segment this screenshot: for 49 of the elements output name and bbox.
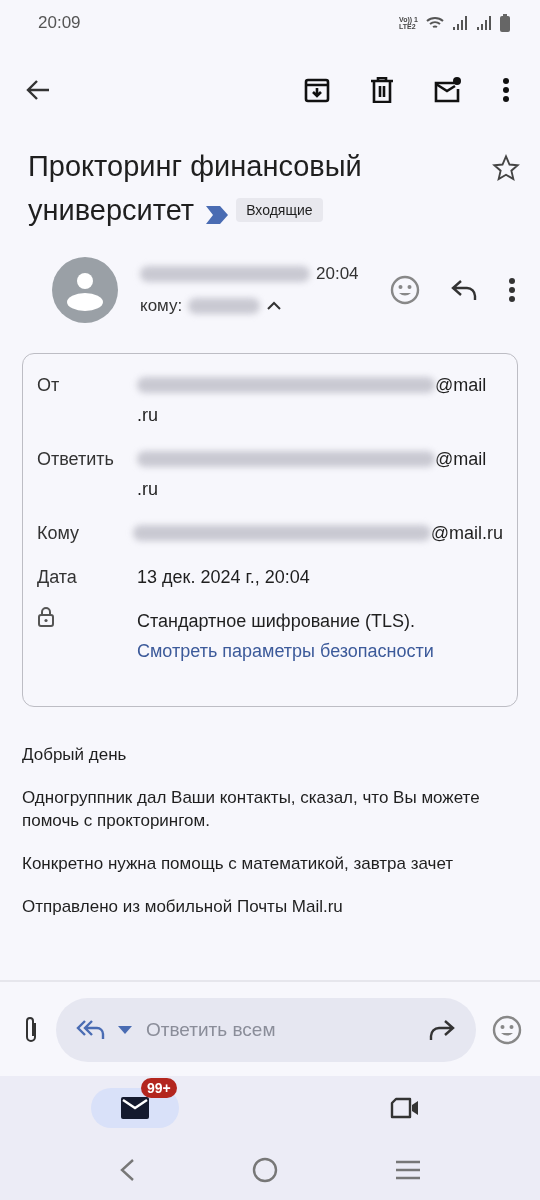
detail-value: @mail	[435, 374, 487, 397]
message-paragraph: Добрый день	[22, 744, 128, 766]
detail-value: @mail	[435, 448, 487, 471]
detail-label: Кому	[37, 523, 80, 543]
star-icon[interactable]	[492, 154, 520, 182]
security-link[interactable]: Смотреть параметры безопасности	[137, 636, 503, 666]
detail-value: 13 дек. 2024 г., 20:04	[137, 566, 310, 589]
label-chip[interactable]: Входящие	[236, 198, 323, 222]
lock-icon	[37, 606, 55, 628]
to-label: кому:	[140, 296, 183, 316]
detail-value: .ru	[137, 404, 158, 427]
avatar	[52, 257, 118, 323]
mail-icon	[121, 1097, 149, 1119]
emoji-icon[interactable]	[390, 275, 420, 305]
unread-mail-icon[interactable]	[434, 77, 462, 103]
message-paragraph: Конкретно нужна помощь с математикой, завтра зачет	[22, 853, 455, 875]
label-arrow-icon	[206, 206, 231, 224]
sent-time: 20:04	[316, 264, 359, 284]
more-icon[interactable]	[508, 277, 516, 303]
reply-icon[interactable]	[450, 279, 478, 301]
chevron-icon[interactable]	[266, 301, 283, 311]
emoji-icon[interactable]	[492, 1015, 522, 1045]
email-subject: университет	[28, 193, 195, 228]
message-paragraph: Отправлено из мобильной Почты Mail.ru	[22, 896, 344, 918]
detail-label: Ответить	[37, 449, 114, 469]
signal-icon	[476, 16, 492, 30]
detail-value: Стандартное шифрование (TLS).	[137, 610, 416, 633]
status-time: 20:09	[38, 13, 81, 33]
home-icon[interactable]	[252, 1157, 278, 1183]
back-icon[interactable]	[25, 79, 51, 101]
detail-label: Дата	[37, 567, 77, 587]
video-camera-icon	[390, 1097, 420, 1119]
archive-icon[interactable]	[304, 77, 330, 103]
recent-apps-icon[interactable]	[395, 1160, 422, 1180]
reply-field[interactable]: Ответить всем	[144, 1018, 416, 1042]
message-paragraph: Одногруппник дал Ваши контакты, сказал, что Вы можете помочь с прокторингом.	[22, 787, 481, 832]
forward-icon[interactable]	[428, 1019, 456, 1041]
dropdown-icon[interactable]	[118, 1026, 132, 1034]
battery-icon	[500, 14, 510, 32]
detail-value: @mail.ru	[430, 522, 503, 545]
unread-badge: 99+	[141, 1078, 177, 1098]
email-subject: Прокторинг финансовый	[28, 149, 362, 184]
detail-label: От	[37, 375, 60, 395]
signal-icon	[452, 16, 468, 30]
reply-all-icon[interactable]	[76, 1019, 106, 1041]
wifi-icon	[426, 16, 444, 30]
detail-value: .ru	[137, 478, 158, 501]
more-icon[interactable]	[502, 77, 510, 103]
delete-icon[interactable]	[370, 77, 394, 103]
